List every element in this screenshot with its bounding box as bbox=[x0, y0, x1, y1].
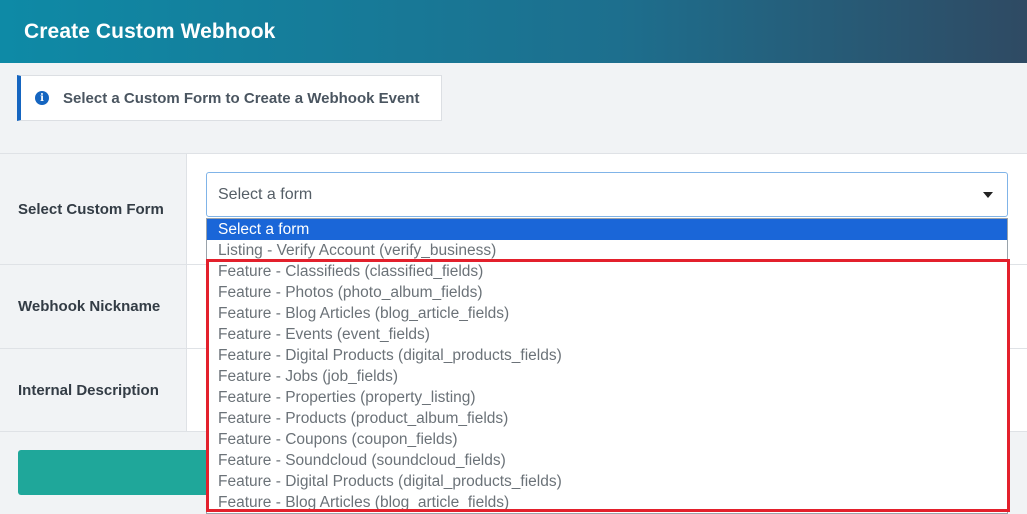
notice-text: Select a Custom Form to Create a Webhook… bbox=[63, 89, 420, 107]
dropdown-option[interactable]: Feature - Events (event_fields) bbox=[207, 324, 1007, 345]
dropdown-option[interactable]: Feature - Digital Products (digital_prod… bbox=[207, 471, 1007, 492]
dropdown-option[interactable]: Feature - Jobs (job_fields) bbox=[207, 366, 1007, 387]
dropdown-option[interactable]: Feature - Products (product_album_fields… bbox=[207, 408, 1007, 429]
dropdown-option[interactable]: Feature - Soundcloud (soundcloud_fields) bbox=[207, 450, 1007, 471]
custom-form-select[interactable]: Select a form bbox=[206, 172, 1008, 217]
internal-description-label: Internal Description bbox=[0, 349, 187, 431]
dropdown-option[interactable]: Listing - Verify Account (verify_busines… bbox=[207, 240, 1007, 261]
info-icon: i bbox=[35, 91, 49, 105]
dropdown-option[interactable]: Feature - Blog Articles (blog_article_fi… bbox=[207, 303, 1007, 324]
dropdown-option[interactable]: Feature - Photos (photo_album_fields) bbox=[207, 282, 1007, 303]
page-header: Create Custom Webhook bbox=[0, 0, 1027, 63]
dropdown-option[interactable]: Feature - Properties (property_listing) bbox=[207, 387, 1007, 408]
caret-down-icon bbox=[983, 192, 993, 198]
dropdown-option[interactable]: Feature - Blog Articles (blog_article_fi… bbox=[207, 492, 1007, 513]
form-dropdown-list: Select a form Listing - Verify Account (v… bbox=[206, 218, 1008, 514]
webhook-nickname-label: Webhook Nickname bbox=[0, 265, 187, 348]
info-notice: i Select a Custom Form to Create a Webho… bbox=[17, 75, 442, 121]
page-title: Create Custom Webhook bbox=[24, 19, 276, 43]
dropdown-option[interactable]: Feature - Coupons (coupon_fields) bbox=[207, 429, 1007, 450]
submit-button[interactable] bbox=[18, 450, 218, 495]
select-custom-form-label: Select Custom Form bbox=[0, 154, 187, 264]
dropdown-option[interactable]: Select a form bbox=[207, 219, 1007, 240]
select-value: Select a form bbox=[218, 185, 313, 203]
dropdown-option[interactable]: Feature - Classifieds (classified_fields… bbox=[207, 261, 1007, 282]
dropdown-option[interactable]: Feature - Digital Products (digital_prod… bbox=[207, 345, 1007, 366]
